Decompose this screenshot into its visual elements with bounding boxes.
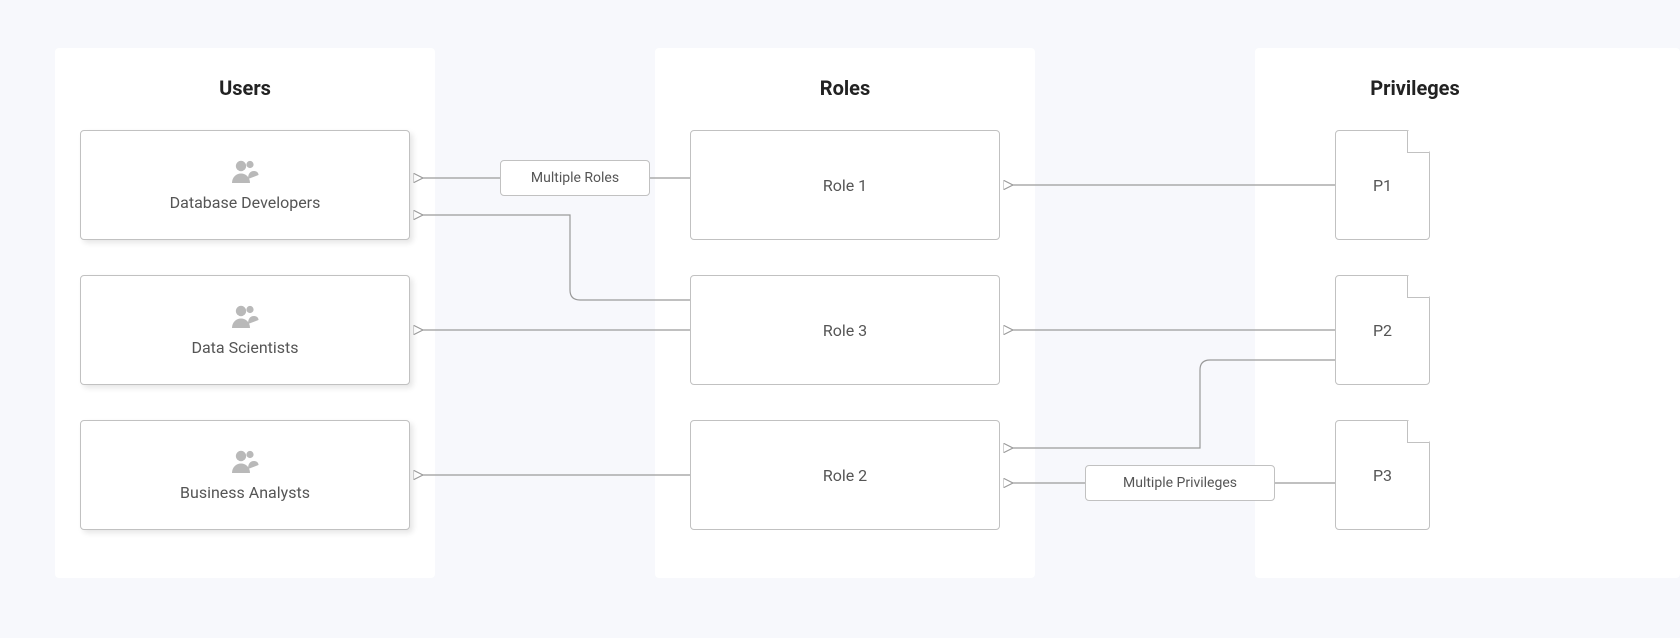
user-card-business-analysts: Business Analysts <box>80 420 410 530</box>
edge-label-multiple-roles: Multiple Roles <box>500 160 650 196</box>
role-card-label: Role 3 <box>823 321 867 340</box>
users-icon <box>230 449 260 473</box>
privilege-card-p3: P3 <box>1335 420 1430 530</box>
edge-label-text: Multiple Privileges <box>1123 475 1237 491</box>
roles-panel-title: Roles <box>655 76 1035 100</box>
privileges-panel-title: Privileges <box>1255 76 1575 100</box>
privileges-panel: Privileges <box>1255 48 1680 578</box>
user-card-label: Business Analysts <box>180 483 310 502</box>
privilege-card-label: P3 <box>1373 466 1392 485</box>
users-icon <box>230 304 260 328</box>
privilege-card-label: P1 <box>1373 176 1392 195</box>
user-card-label: Data Scientists <box>191 338 298 357</box>
role-card-3: Role 3 <box>690 275 1000 385</box>
user-card-database-developers: Database Developers <box>80 130 410 240</box>
users-panel-title: Users <box>55 76 435 100</box>
role-card-1: Role 1 <box>690 130 1000 240</box>
users-icon <box>230 159 260 183</box>
diagram-canvas: Users Roles Privileges Database Develope… <box>0 0 1680 638</box>
privilege-card-p2: P2 <box>1335 275 1430 385</box>
role-card-label: Role 2 <box>823 466 867 485</box>
user-card-data-scientists: Data Scientists <box>80 275 410 385</box>
role-card-label: Role 1 <box>823 176 867 195</box>
user-card-label: Database Developers <box>170 193 321 212</box>
privilege-card-p1: P1 <box>1335 130 1430 240</box>
role-card-2: Role 2 <box>690 420 1000 530</box>
edge-label-multiple-privileges: Multiple Privileges <box>1085 465 1275 501</box>
privilege-card-label: P2 <box>1373 321 1392 340</box>
edge-label-text: Multiple Roles <box>531 170 619 186</box>
